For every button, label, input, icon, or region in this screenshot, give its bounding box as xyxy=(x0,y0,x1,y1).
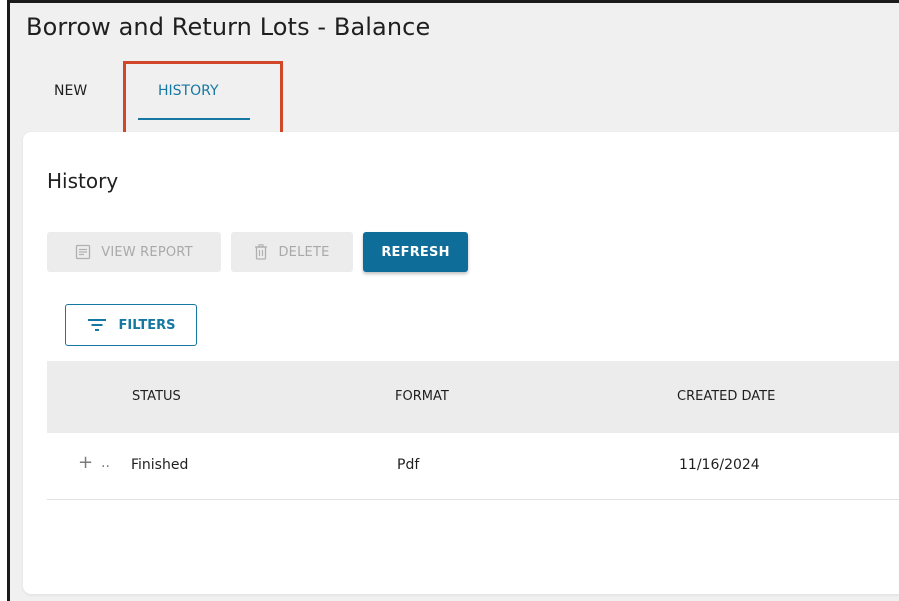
table-header: STATUS FORMAT CREATED DATE xyxy=(47,361,899,433)
column-header-status[interactable]: STATUS xyxy=(132,389,181,404)
refresh-button[interactable]: REFRESH xyxy=(363,232,468,272)
trash-icon xyxy=(254,244,268,260)
section-title: History xyxy=(47,169,119,193)
history-panel: History VIEW REPORT DELETE REFRESH FILTE… xyxy=(23,132,899,594)
highlight-annotation xyxy=(123,61,283,139)
filters-button[interactable]: FILTERS xyxy=(65,304,197,346)
tab-history[interactable]: HISTORY xyxy=(158,83,219,99)
cell-created-date: 11/16/2024 xyxy=(679,457,760,473)
view-report-label: VIEW REPORT xyxy=(101,244,193,260)
filter-icon xyxy=(87,318,107,332)
column-header-created-date[interactable]: CREATED DATE xyxy=(677,389,775,404)
cell-format: Pdf xyxy=(397,457,420,473)
table-row[interactable]: + .. Finished Pdf 11/16/2024 xyxy=(47,433,899,500)
row-menu-icon[interactable]: .. xyxy=(101,455,110,471)
filters-label: FILTERS xyxy=(118,317,176,333)
column-header-format[interactable]: FORMAT xyxy=(395,389,449,404)
refresh-label: REFRESH xyxy=(381,244,450,260)
page-title: Borrow and Return Lots - Balance xyxy=(26,13,431,41)
cell-status: Finished xyxy=(131,457,189,473)
app-window: Borrow and Return Lots - Balance NEW HIS… xyxy=(7,0,899,601)
delete-button[interactable]: DELETE xyxy=(231,232,353,272)
report-icon xyxy=(75,244,91,260)
delete-label: DELETE xyxy=(278,244,330,260)
plus-icon[interactable]: + xyxy=(78,453,93,473)
view-report-button[interactable]: VIEW REPORT xyxy=(47,232,221,272)
active-tab-indicator xyxy=(138,118,250,120)
tab-new[interactable]: NEW xyxy=(54,83,87,99)
